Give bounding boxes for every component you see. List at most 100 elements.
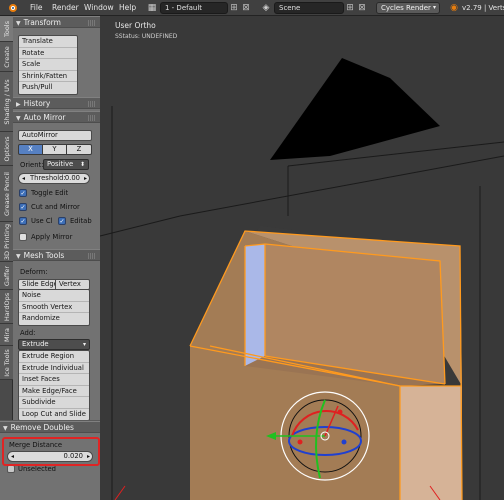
inset-faces-button[interactable]: Inset Faces xyxy=(19,374,89,386)
x-axis-line xyxy=(114,485,126,500)
tab-label: HardOps xyxy=(2,292,11,321)
box-side-face[interactable] xyxy=(400,386,462,500)
layout-name: 1 - Default xyxy=(165,4,203,12)
extrude-individual-button[interactable]: Extrude Individual xyxy=(19,363,89,374)
drag-grip-icon[interactable] xyxy=(88,115,96,121)
cut-mirror-checkbox[interactable]: ✓ xyxy=(19,203,27,211)
tab-tools[interactable]: Tools xyxy=(0,16,13,42)
increment-arrow-icon[interactable]: ▸ xyxy=(84,174,87,183)
tab-ice-tools[interactable]: Ice Tools xyxy=(0,346,13,380)
box-inner-wall xyxy=(245,244,265,366)
scale-button[interactable]: Scale xyxy=(19,59,77,71)
unselected-checkbox[interactable] xyxy=(7,465,15,473)
add-layout-icon[interactable]: ⊞ xyxy=(228,2,240,14)
decrement-arrow-icon[interactable]: ◂ xyxy=(22,174,25,183)
collapse-arrow-icon: ▼ xyxy=(3,425,8,432)
orient-label: Orient: xyxy=(20,161,44,169)
scene-icon[interactable]: ◈ xyxy=(260,2,272,14)
blender-logo-icon[interactable] xyxy=(4,2,20,14)
use-clip-label: Use Cl xyxy=(31,217,53,225)
apply-mirror-checkbox[interactable] xyxy=(19,233,27,241)
noise-button[interactable]: Noise xyxy=(19,290,89,302)
tab-label: Mira xyxy=(2,327,11,342)
add-scene-icon[interactable]: ⊞ xyxy=(344,2,356,14)
editable-checkbox[interactable]: ✓ xyxy=(58,217,66,225)
extrude-region-button[interactable]: Extrude Region xyxy=(19,351,89,363)
deform-label: Deform: xyxy=(20,268,48,276)
layout-selector[interactable]: 1 - Default xyxy=(160,2,228,14)
drag-grip-icon[interactable] xyxy=(88,101,96,107)
cone-object[interactable] xyxy=(270,58,440,160)
shrink-fatten-button[interactable]: Shrink/Fatten xyxy=(19,71,77,82)
extrude-label: Extrude xyxy=(22,340,49,348)
blender-info-icon: ◉ xyxy=(450,3,458,13)
tab-label: Tools xyxy=(2,20,11,37)
viewport-status: SStatus: UNDEFINED xyxy=(115,33,178,40)
scene-name: Scene xyxy=(279,4,301,12)
randomize-button[interactable]: Randomize xyxy=(19,313,89,325)
tab-create[interactable]: Create xyxy=(0,42,13,72)
tab-label: Create xyxy=(2,45,11,68)
collapse-arrow-icon: ▼ xyxy=(16,115,21,122)
3d-viewport[interactable]: User Ortho SStatus: UNDEFINED xyxy=(100,16,504,500)
render-engine-selector[interactable]: Cycles Render ▾ xyxy=(376,2,440,14)
add-label: Add: xyxy=(20,329,36,337)
axis-y-button[interactable]: Y xyxy=(42,144,67,155)
tab-options[interactable]: Options xyxy=(0,132,13,166)
apply-mirror-label: Apply Mirror xyxy=(31,233,73,241)
unselected-label: Unselected xyxy=(18,465,56,473)
expand-arrow-icon: ▶ xyxy=(16,101,21,108)
rotate-button[interactable]: Rotate xyxy=(19,48,77,59)
view-name: User Ortho xyxy=(115,21,156,30)
tab-label: Shading / UVs xyxy=(2,78,11,125)
remove-doubles-header[interactable]: ▼ Remove Doubles xyxy=(0,421,100,433)
tab-hardops[interactable]: HardOps xyxy=(0,290,13,324)
toggle-edit-checkbox[interactable]: ✓ xyxy=(19,189,27,197)
push-pull-button[interactable]: Push/Pull xyxy=(19,82,77,94)
extrude-dropdown[interactable]: Extrude ▾ xyxy=(18,339,90,350)
scene-selector[interactable]: Scene xyxy=(274,2,344,14)
history-panel-header[interactable]: ▶ History xyxy=(13,97,100,109)
mesh-tools-panel-header[interactable]: ▼ Mesh Tools xyxy=(13,249,100,261)
tab-shading-uvs[interactable]: Shading / UVs xyxy=(0,72,13,132)
highlight-box xyxy=(2,437,100,466)
panel-title: Transform xyxy=(23,18,61,27)
remove-scene-icon[interactable]: ⊠ xyxy=(356,2,368,14)
loop-cut-slide-button[interactable]: Loop Cut and Slide xyxy=(19,409,89,421)
tab-3d-printing[interactable]: 3D Printing xyxy=(0,222,13,262)
dropdown-arrow-icon: ⬍ xyxy=(79,161,85,168)
panel-title: History xyxy=(23,99,51,108)
menu-file[interactable]: File xyxy=(30,2,43,14)
menu-help[interactable]: Help xyxy=(119,2,136,14)
translate-button[interactable]: Translate xyxy=(19,36,77,48)
tab-mira[interactable]: Mira xyxy=(0,324,13,346)
axis-x-button[interactable]: X xyxy=(18,144,43,155)
axis-z-button[interactable]: Z xyxy=(66,144,92,155)
automirror-button[interactable]: AutoMirror xyxy=(18,130,92,141)
tab-grease-pencil[interactable]: Grease Pencil xyxy=(0,166,13,222)
use-clip-checkbox[interactable]: ✓ xyxy=(19,217,27,225)
menu-render[interactable]: Render xyxy=(52,2,79,14)
drag-grip-icon[interactable] xyxy=(88,253,96,259)
orient-dropdown[interactable]: Positive ⬍ xyxy=(43,159,89,170)
viewport-scene xyxy=(100,58,504,500)
orient-value: Positive xyxy=(47,160,74,168)
top-header-bar: File Render Window Help ▦ 1 - Default ⊞ … xyxy=(0,0,504,16)
tab-label: Ice Tools xyxy=(2,348,11,377)
screen-layout-icon[interactable]: ▦ xyxy=(146,2,158,14)
smooth-vertex-button[interactable]: Smooth Vertex xyxy=(19,302,89,313)
collapse-arrow-icon: ▼ xyxy=(16,253,21,260)
auto-mirror-panel-header[interactable]: ▼ Auto Mirror xyxy=(13,111,100,123)
threshold-field[interactable]: ◂ Threshold: 0.00 ▸ xyxy=(18,173,90,184)
menu-window[interactable]: Window xyxy=(84,2,114,14)
transform-panel-header[interactable]: ▼ Transform xyxy=(13,16,100,28)
make-edge-face-button[interactable]: Make Edge/Face xyxy=(19,386,89,397)
editable-label: Editab xyxy=(70,217,92,225)
remove-layout-icon[interactable]: ⊠ xyxy=(240,2,252,14)
panel-title: Auto Mirror xyxy=(23,113,66,122)
tab-label: Gaffer xyxy=(2,265,11,286)
tab-gaffer[interactable]: Gaffer xyxy=(0,262,13,290)
threshold-label: Threshold: xyxy=(30,174,66,182)
subdivide-button[interactable]: Subdivide xyxy=(19,397,89,409)
drag-grip-icon[interactable] xyxy=(88,20,96,26)
